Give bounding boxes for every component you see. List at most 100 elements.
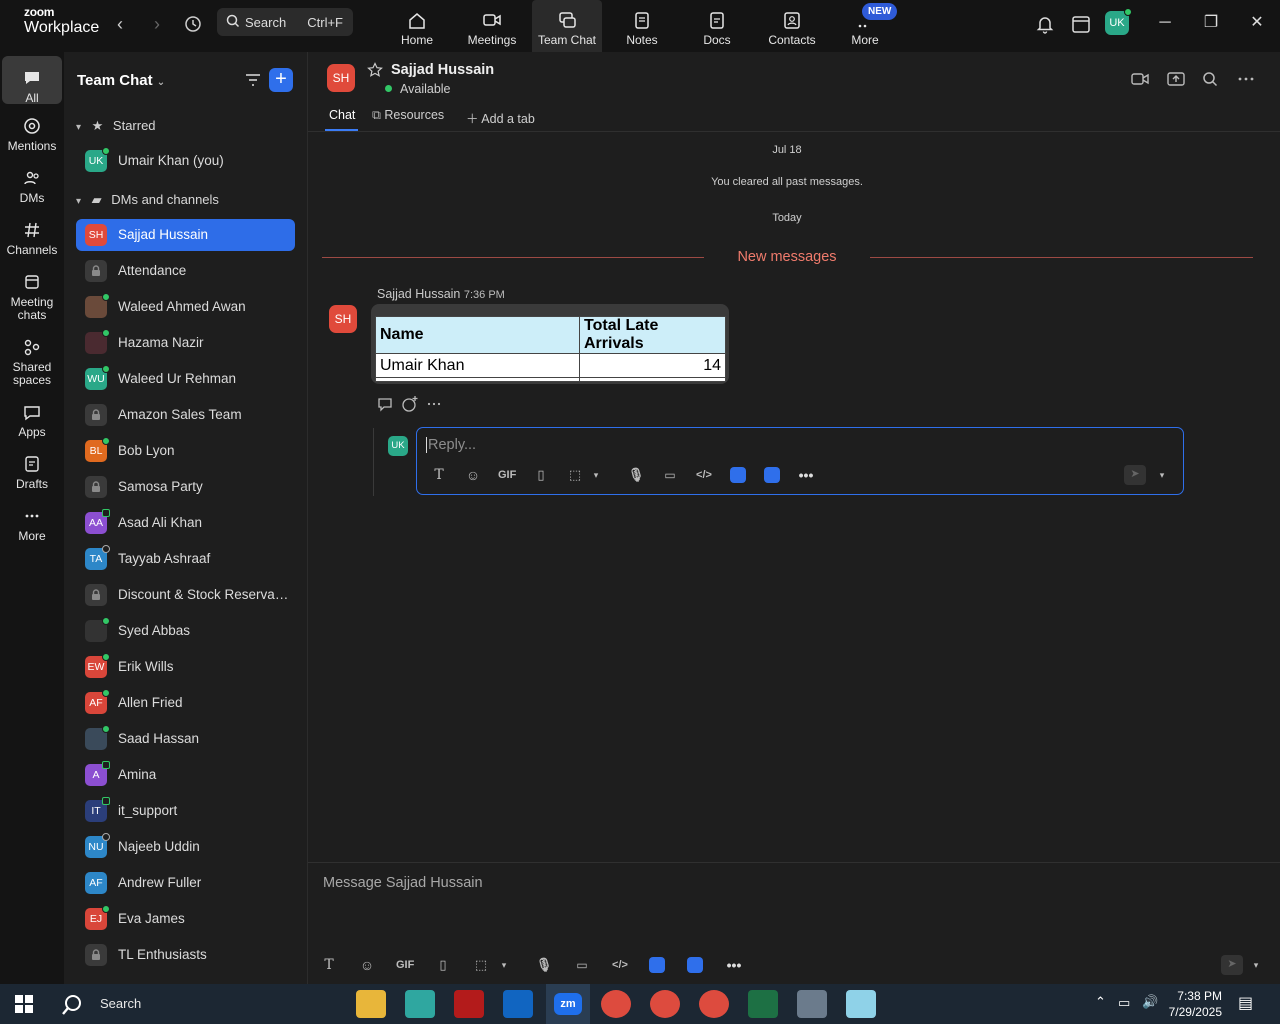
- taskbar-app-icon[interactable]: [405, 990, 435, 1018]
- section-starred[interactable]: ▾ ★ Starred: [76, 118, 156, 134]
- excel-icon[interactable]: [748, 990, 778, 1018]
- nav-team-chat[interactable]: Team Chat: [532, 0, 602, 52]
- sidebar-item[interactable]: SH Sajjad Hussain: [76, 219, 295, 251]
- filezilla-icon[interactable]: [454, 990, 484, 1018]
- minimize-button[interactable]: ─: [1153, 12, 1177, 36]
- close-button[interactable]: ✕: [1245, 12, 1269, 36]
- back-arrow-icon[interactable]: ‹: [108, 12, 132, 36]
- format-text-icon[interactable]: T: [430, 466, 448, 484]
- video-message-icon[interactable]: ▭: [661, 466, 679, 484]
- section-dms-channels[interactable]: ▾ ▰ DMs and channels: [76, 192, 219, 208]
- nav-home[interactable]: Home: [382, 0, 452, 52]
- tab-resources[interactable]: ⧉ Resources: [372, 108, 444, 123]
- message-image[interactable]: Name Total Late Arrivals Umair Khan 14: [371, 304, 729, 384]
- emoji-icon[interactable]: ☺: [464, 466, 482, 484]
- reply-input[interactable]: Reply... T ☺ GIF ▯ ⬚ ▾ 🎙 ▭ </> ••• ➤ ▾: [416, 427, 1184, 495]
- volume-icon[interactable]: 🔊: [1142, 994, 1158, 1010]
- forward-arrow-icon[interactable]: ›: [145, 12, 169, 36]
- sidebar-title[interactable]: Team Chat ⌄: [77, 72, 165, 89]
- bell-icon[interactable]: [1033, 12, 1057, 36]
- rail-meeting-chats[interactable]: Meeting chats: [2, 270, 62, 322]
- file-explorer-icon[interactable]: [356, 990, 386, 1018]
- history-icon[interactable]: [181, 12, 205, 36]
- search-icon[interactable]: [1200, 70, 1220, 88]
- contact-name[interactable]: Sajjad Hussain: [391, 62, 494, 78]
- star-outline-icon[interactable]: [367, 62, 383, 78]
- video-message-icon[interactable]: ▭: [573, 956, 591, 974]
- taskbar-search-label[interactable]: Search: [100, 996, 141, 1011]
- sidebar-item[interactable]: AF Allen Fried: [76, 687, 295, 719]
- taskbar-app-icon[interactable]: [846, 990, 876, 1018]
- nav-notes[interactable]: Notes: [607, 0, 677, 52]
- sidebar-item[interactable]: Discount & Stock Reservati...: [76, 579, 295, 611]
- chrome-icon[interactable]: [601, 990, 631, 1018]
- message-more-icon[interactable]: [425, 395, 443, 413]
- code-icon[interactable]: </>: [695, 466, 713, 484]
- calculator-icon[interactable]: [797, 990, 827, 1018]
- tab-add[interactable]: ＋ Add a tab: [466, 108, 535, 127]
- emoji-icon[interactable]: ☺: [358, 956, 376, 974]
- filter-icon[interactable]: [243, 70, 263, 90]
- network-icon[interactable]: ▭: [1118, 995, 1130, 1011]
- sidebar-item[interactable]: Attendance: [76, 255, 295, 287]
- chevron-down-icon[interactable]: ▾: [587, 466, 605, 484]
- chrome-icon[interactable]: [699, 990, 729, 1018]
- contact-avatar[interactable]: SH: [327, 64, 355, 92]
- calendar-status-icon[interactable]: [1069, 12, 1093, 36]
- nav-docs[interactable]: Docs: [682, 0, 752, 52]
- nav-meetings[interactable]: Meetings: [457, 0, 527, 52]
- rail-drafts[interactable]: Drafts: [2, 452, 62, 491]
- search-box[interactable]: Search Ctrl+F: [217, 8, 353, 36]
- code-icon[interactable]: </>: [611, 956, 629, 974]
- tab-chat[interactable]: Chat: [329, 108, 355, 122]
- sidebar-item[interactable]: Samosa Party: [76, 471, 295, 503]
- new-chat-button[interactable]: +: [269, 68, 293, 92]
- send-icon[interactable]: ➤: [1221, 955, 1243, 975]
- rail-dms[interactable]: DMs: [2, 166, 62, 205]
- app-shortcut-icon[interactable]: [649, 957, 667, 975]
- taskbar-clock[interactable]: 7:38 PM 7/29/2025: [1169, 988, 1222, 1020]
- zoom-app-icon[interactable]: [687, 957, 705, 975]
- windows-start-icon[interactable]: [15, 995, 33, 1013]
- sidebar-item[interactable]: Hazama Nazir: [76, 327, 295, 359]
- file-icon[interactable]: ▯: [532, 466, 550, 484]
- sender-avatar[interactable]: SH: [329, 305, 357, 333]
- sidebar-item[interactable]: WU Waleed Ur Rehman: [76, 363, 295, 395]
- chrome-icon[interactable]: [650, 990, 680, 1018]
- zoom-taskbar-icon[interactable]: zm: [546, 984, 590, 1024]
- sidebar-item[interactable]: TA Tayyab Ashraaf: [76, 543, 295, 575]
- send-icon[interactable]: ➤: [1124, 465, 1146, 485]
- sidebar-item[interactable]: IT it_support: [76, 795, 295, 827]
- format-text-icon[interactable]: T: [320, 956, 338, 974]
- notification-center-icon[interactable]: ▤: [1238, 993, 1253, 1013]
- sidebar-item[interactable]: EJ Eva James: [76, 903, 295, 935]
- send-options-chevron-icon[interactable]: ▾: [1153, 466, 1171, 484]
- sidebar-item[interactable]: Saad Hassan: [76, 723, 295, 755]
- microphone-icon[interactable]: 🎙: [627, 466, 645, 484]
- screenshot-icon[interactable]: ⬚: [566, 466, 584, 484]
- rail-channels[interactable]: Channels: [2, 218, 62, 257]
- sidebar-item[interactable]: Amazon Sales Team: [76, 399, 295, 431]
- rail-apps[interactable]: Apps: [2, 400, 62, 439]
- share-screen-icon[interactable]: [1166, 70, 1186, 88]
- sidebar-item[interactable]: Syed Abbas: [76, 615, 295, 647]
- microphone-icon[interactable]: 🎙: [535, 956, 553, 974]
- sender-name[interactable]: Sajjad Hussain: [377, 287, 460, 301]
- sidebar-item[interactable]: BL Bob Lyon: [76, 435, 295, 467]
- sidebar-item[interactable]: EW Erik Wills: [76, 651, 295, 683]
- app-shortcut-icon[interactable]: [730, 467, 748, 485]
- gif-icon[interactable]: GIF: [498, 466, 516, 484]
- more-tools-icon[interactable]: •••: [725, 956, 743, 974]
- nav-contacts[interactable]: Contacts: [757, 0, 827, 52]
- screenshot-icon[interactable]: ⬚: [472, 956, 490, 974]
- file-icon[interactable]: ▯: [434, 956, 452, 974]
- add-reaction-icon[interactable]: [401, 395, 419, 413]
- sidebar-item[interactable]: AA Asad Ali Khan: [76, 507, 295, 539]
- message-composer[interactable]: Message Sajjad Hussain T ☺ GIF ▯ ⬚ ▾ 🎙 ▭…: [308, 862, 1280, 984]
- video-call-icon[interactable]: [1130, 70, 1150, 88]
- sidebar-item[interactable]: AF Andrew Fuller: [76, 867, 295, 899]
- taskbar-search-icon[interactable]: [60, 993, 84, 1017]
- sidebar-item[interactable]: A Amina: [76, 759, 295, 791]
- chevron-down-icon[interactable]: ▾: [495, 956, 513, 974]
- reply-thread-icon[interactable]: [377, 395, 395, 413]
